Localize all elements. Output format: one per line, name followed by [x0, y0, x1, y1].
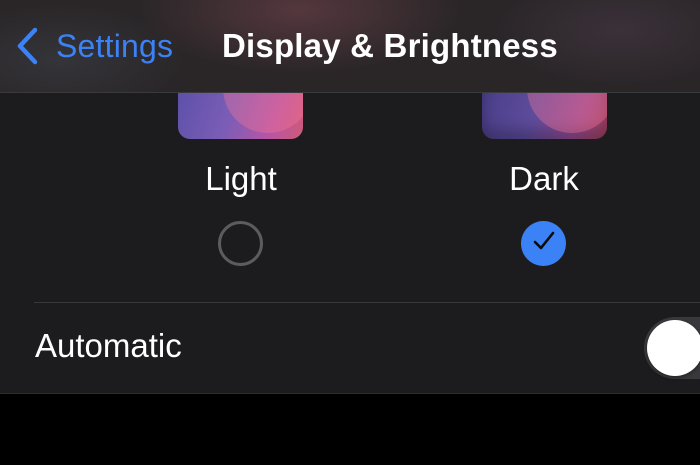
navigation-bar: Settings Display & Brightness [0, 0, 700, 93]
back-label: Settings [56, 27, 174, 64]
display-brightness-screen: Settings Display & Brightness Light Dark… [0, 0, 700, 465]
dark-option-label: Dark [509, 160, 579, 197]
light-radio-button[interactable] [218, 221, 263, 266]
page-title: Display & Brightness [222, 27, 558, 64]
checkmark-icon [531, 228, 557, 259]
appearance-card: Light Dark Automatic [0, 73, 700, 393]
automatic-toggle[interactable] [644, 317, 700, 379]
back-button[interactable]: Settings [14, 24, 173, 68]
automatic-label: Automatic [35, 327, 182, 364]
dark-radio-button[interactable] [521, 221, 566, 266]
toggle-knob [647, 320, 700, 376]
chevron-left-icon [14, 24, 44, 68]
automatic-row: Automatic [0, 303, 700, 393]
bottom-background [0, 394, 700, 465]
light-option-label: Light [205, 160, 277, 197]
